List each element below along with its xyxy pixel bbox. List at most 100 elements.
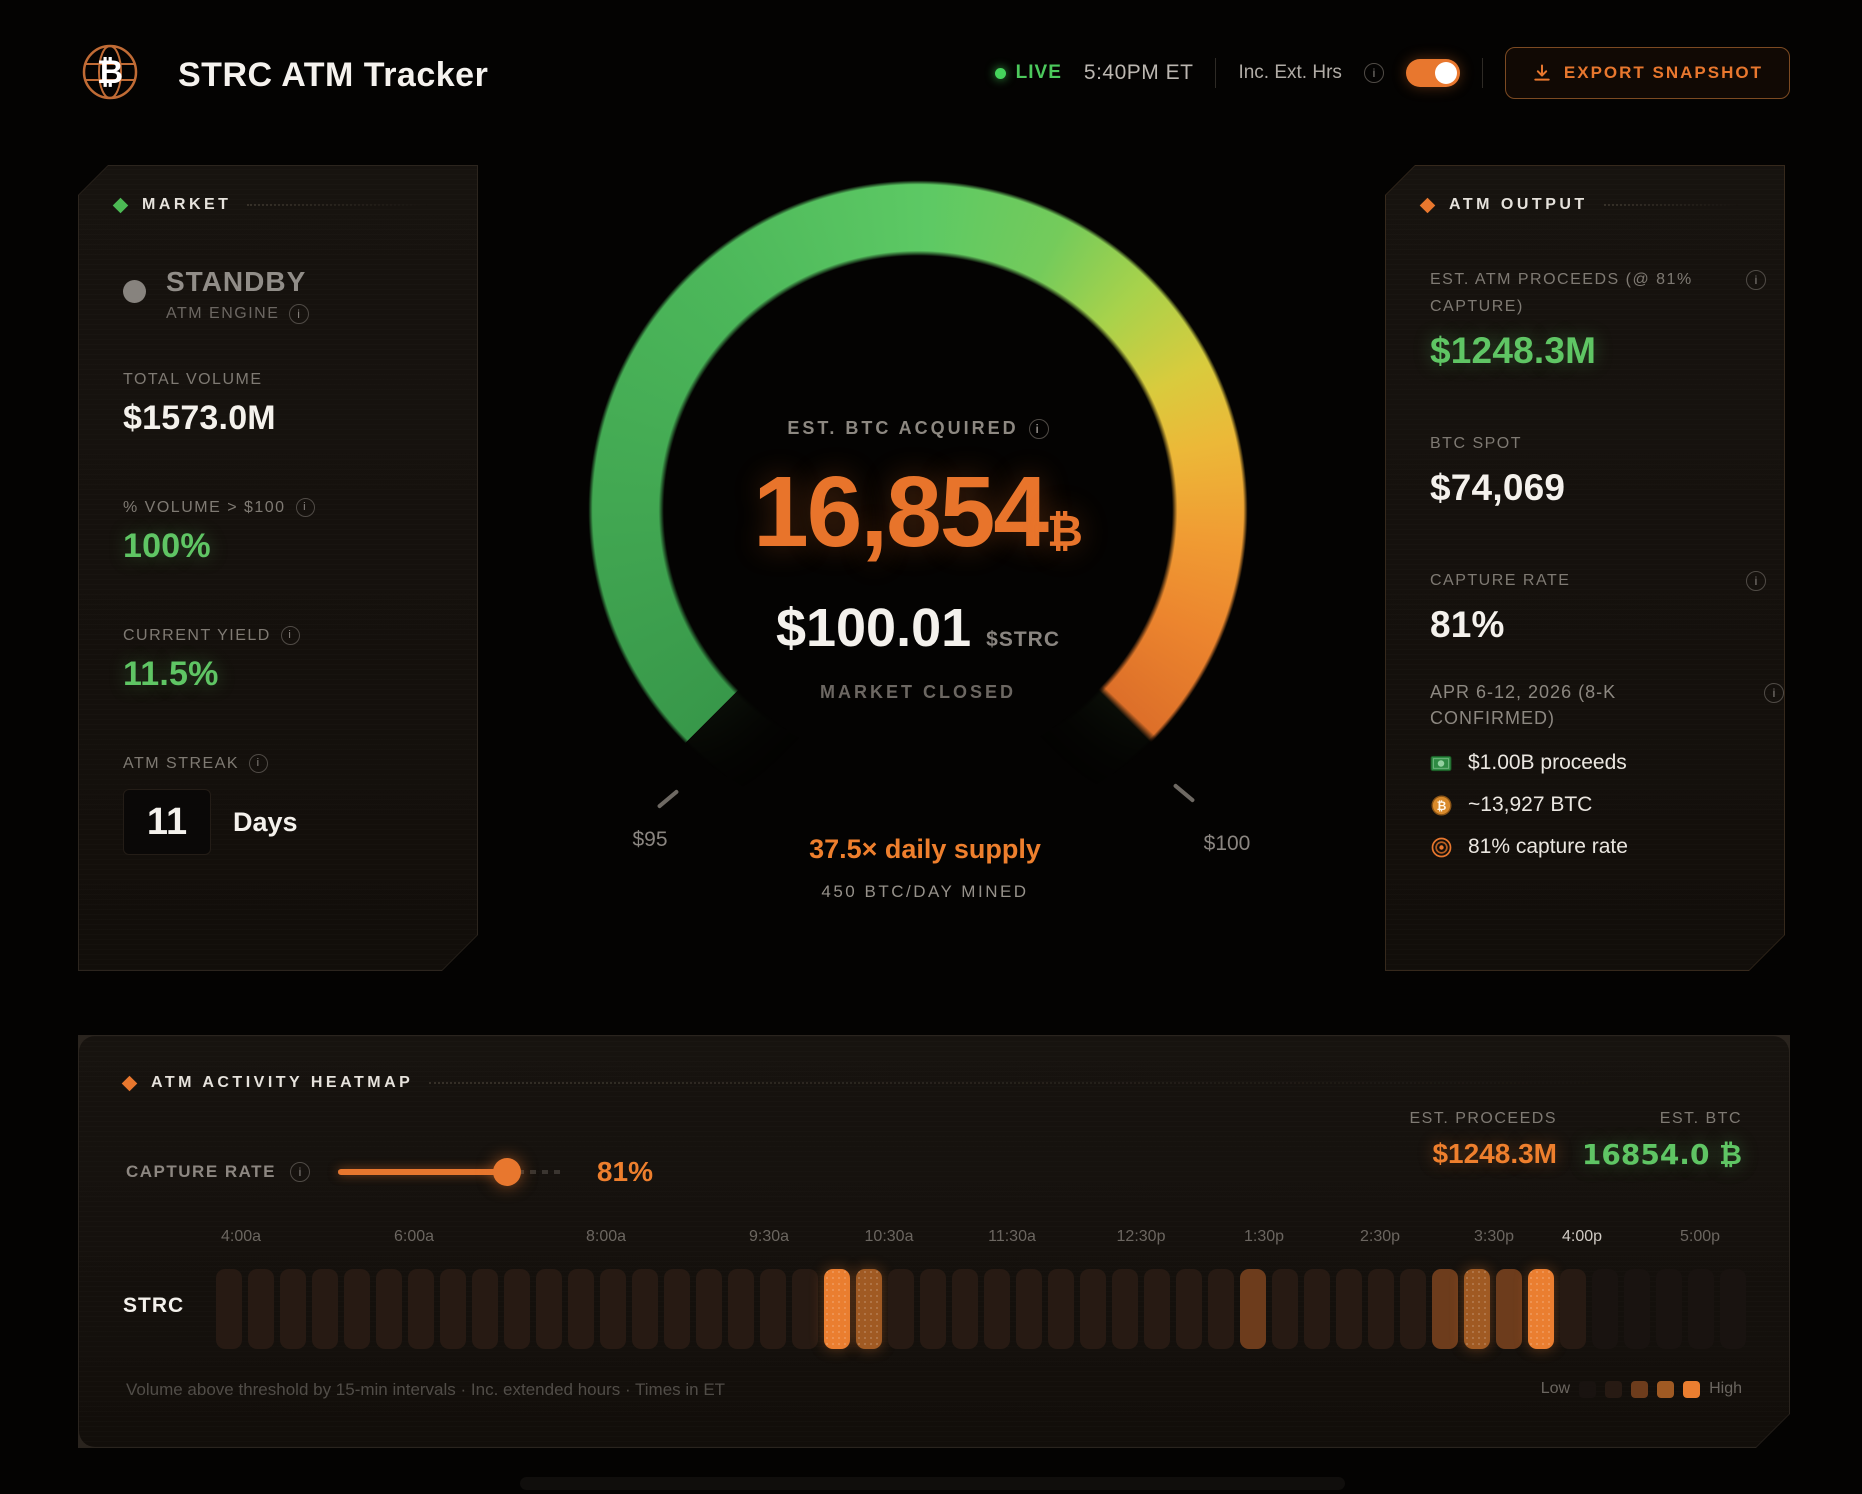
heatmap-cell-35[interactable] xyxy=(1336,1269,1362,1349)
heatmap-cell-16[interactable] xyxy=(728,1269,754,1349)
heatmap-cell-29[interactable] xyxy=(1144,1269,1170,1349)
heatmap-cell-26[interactable] xyxy=(1048,1269,1074,1349)
info-icon[interactable]: i xyxy=(1746,270,1766,290)
legend-swatch-1 xyxy=(1605,1381,1622,1398)
heatmap-cell-38[interactable] xyxy=(1432,1269,1458,1349)
metric-value: $74,069 xyxy=(1430,467,1742,509)
heatmap-cell-6[interactable] xyxy=(408,1269,434,1349)
atm-activity-heatmap-panel: ATM ACTIVITY HEATMAP CAPTURE RATE i 81% … xyxy=(78,1035,1790,1448)
heatmap-cell-31[interactable] xyxy=(1208,1269,1234,1349)
heatmap-cell-0[interactable] xyxy=(216,1269,242,1349)
heatmap-cell-36[interactable] xyxy=(1368,1269,1394,1349)
heatmap-cell-8[interactable] xyxy=(472,1269,498,1349)
heatmap-cell-32[interactable] xyxy=(1240,1269,1266,1349)
metric-volume-100: % VOLUME > $100i100% xyxy=(123,498,315,566)
heatmap-cell-23[interactable] xyxy=(952,1269,978,1349)
event-item-text: ~13,927 BTC xyxy=(1468,793,1592,817)
est-btc-block: EST. BTC 16854.0 ₿ xyxy=(1582,1110,1742,1171)
info-icon[interactable]: i xyxy=(281,626,300,645)
heatmap-cell-2[interactable] xyxy=(280,1269,306,1349)
legend-low-label: Low xyxy=(1541,1380,1570,1398)
heatmap-cell-47[interactable] xyxy=(1720,1269,1746,1349)
legend-swatch-3 xyxy=(1657,1381,1674,1398)
header: ₿ STRC ATM Tracker LIVE 5:40PM ET Inc. E… xyxy=(0,0,1862,130)
heatmap-cell-45[interactable] xyxy=(1656,1269,1682,1349)
gauge-label: EST. BTC ACQUIRED xyxy=(787,418,1018,439)
orange-diamond-icon xyxy=(1420,197,1436,213)
metric-label: TOTAL VOLUME xyxy=(123,371,263,389)
capture-rate-slider[interactable] xyxy=(338,1158,561,1186)
metric-label: EST. ATM PROCEEDS (@ 81% CAPTURE) xyxy=(1430,271,1693,315)
info-icon[interactable]: i xyxy=(1364,63,1384,83)
heatmap-cell-46[interactable] xyxy=(1688,1269,1714,1349)
heatmap-cell-4[interactable] xyxy=(344,1269,370,1349)
metric-btc-spot: BTC SPOT $74,069 xyxy=(1430,430,1742,509)
heatmap-cell-41[interactable] xyxy=(1528,1269,1554,1349)
heatmap-cell-10[interactable] xyxy=(536,1269,562,1349)
info-icon[interactable]: i xyxy=(290,1162,310,1182)
heatmap-cell-25[interactable] xyxy=(1016,1269,1042,1349)
btc-symbol: ₿ xyxy=(1047,506,1083,557)
metric-label: CURRENT YIELD xyxy=(123,627,271,645)
heatmap-cell-20[interactable] xyxy=(856,1269,882,1349)
clock: 5:40PM ET xyxy=(1084,61,1194,85)
heatmap-cell-22[interactable] xyxy=(920,1269,946,1349)
heatmap-cell-11[interactable] xyxy=(568,1269,594,1349)
export-snapshot-button[interactable]: EXPORT SNAPSHOT xyxy=(1505,47,1790,99)
heatmap-cell-42[interactable] xyxy=(1560,1269,1586,1349)
info-icon[interactable]: i xyxy=(1029,419,1049,439)
info-icon[interactable]: i xyxy=(296,498,315,517)
info-icon[interactable]: i xyxy=(1764,683,1784,703)
est-btc-label: EST. BTC xyxy=(1582,1110,1742,1128)
ext-hours-toggle[interactable] xyxy=(1406,59,1460,87)
globe-bitcoin-logo-icon: ₿ xyxy=(80,42,140,102)
heatmap-cell-28[interactable] xyxy=(1112,1269,1138,1349)
heatmap-cell-3[interactable] xyxy=(312,1269,338,1349)
svg-text:₿: ₿ xyxy=(97,53,123,91)
green-diamond-icon xyxy=(113,197,129,213)
info-icon[interactable]: i xyxy=(289,304,309,324)
heatmap-cell-18[interactable] xyxy=(792,1269,818,1349)
heatmap-cell-40[interactable] xyxy=(1496,1269,1522,1349)
heatmap-cell-44[interactable] xyxy=(1624,1269,1650,1349)
heatmap-cell-37[interactable] xyxy=(1400,1269,1426,1349)
metric-value: $1248.3M xyxy=(1430,330,1742,372)
heatmap-cell-1[interactable] xyxy=(248,1269,274,1349)
heatmap-cell-19[interactable] xyxy=(824,1269,850,1349)
time-label-5:00p: 5:00p xyxy=(1680,1228,1720,1246)
legend-swatch-0 xyxy=(1579,1381,1596,1398)
heatmap-cell-7[interactable] xyxy=(440,1269,466,1349)
heatmap-cell-21[interactable] xyxy=(888,1269,914,1349)
export-snapshot-label: EXPORT SNAPSHOT xyxy=(1564,63,1763,83)
event-item-text: $1.00B proceeds xyxy=(1468,751,1627,775)
heatmap-cell-34[interactable] xyxy=(1304,1269,1330,1349)
heatmap-cell-9[interactable] xyxy=(504,1269,530,1349)
heatmap-cell-39[interactable] xyxy=(1464,1269,1490,1349)
download-icon xyxy=(1532,63,1552,83)
heatmap-cell-30[interactable] xyxy=(1176,1269,1202,1349)
market-section-title: MARKET xyxy=(142,196,231,214)
info-icon[interactable]: i xyxy=(1746,571,1766,591)
btc-mined-note: 450 BTC/DAY MINED xyxy=(700,882,1150,902)
heatmap-cell-5[interactable] xyxy=(376,1269,402,1349)
market-panel-surface: MARKET STANDBY ATM ENGINE i TOTAL VOLUME… xyxy=(79,166,477,970)
heatmap-cell-24[interactable] xyxy=(984,1269,1010,1349)
heatmap-cell-14[interactable] xyxy=(664,1269,690,1349)
time-label-9:30a: 9:30a xyxy=(749,1228,789,1246)
heatmap-cell-15[interactable] xyxy=(696,1269,722,1349)
info-icon[interactable]: i xyxy=(249,754,268,773)
metric-label: CAPTURE RATE xyxy=(1430,572,1570,589)
metric-label: BTC SPOT xyxy=(1430,435,1522,452)
heatmap-cell-43[interactable] xyxy=(1592,1269,1618,1349)
dotted-leader xyxy=(1604,204,1750,206)
slider-fill xyxy=(338,1169,507,1175)
event-title: APR 6-12, 2026 (8-K CONFIRMED) xyxy=(1430,679,1685,731)
heatmap-cell-12[interactable] xyxy=(600,1269,626,1349)
heatmap-cell-17[interactable] xyxy=(760,1269,786,1349)
live-dot-icon xyxy=(995,68,1006,79)
heatmap-cell-27[interactable] xyxy=(1080,1269,1106,1349)
est-proceeds-value: $1248.3M xyxy=(1409,1138,1557,1170)
heatmap-cell-33[interactable] xyxy=(1272,1269,1298,1349)
slider-knob[interactable] xyxy=(493,1158,521,1186)
heatmap-cell-13[interactable] xyxy=(632,1269,658,1349)
